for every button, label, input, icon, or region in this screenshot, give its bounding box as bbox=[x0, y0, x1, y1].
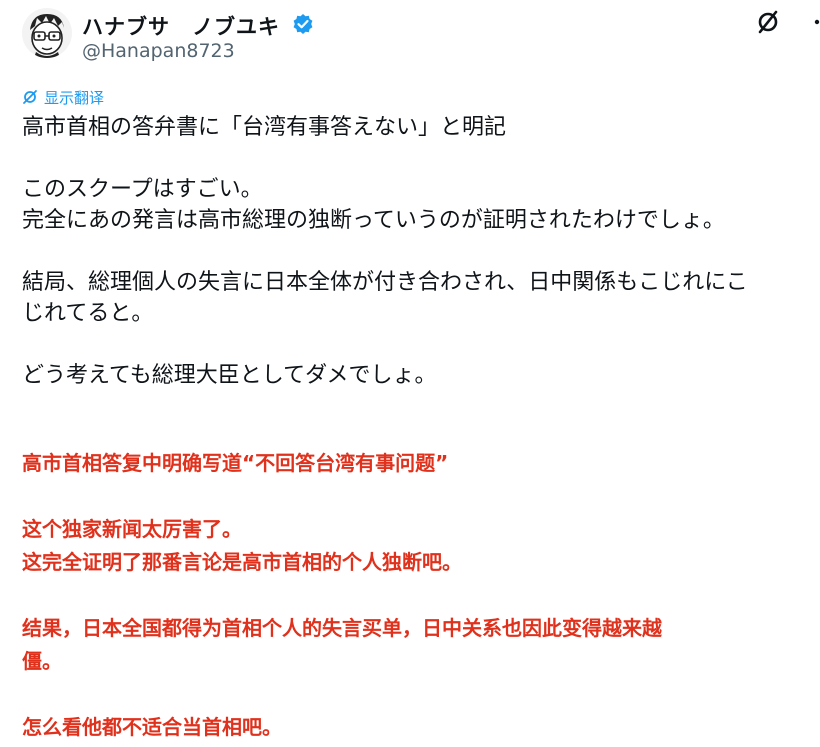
post-line: 結局、総理個人の失言に日本全体が付き合わされ、日中関係もこじれにこ bbox=[22, 270, 748, 295]
post-line bbox=[22, 236, 820, 267]
translation-line: 这个独家新闻太厉害了。 bbox=[22, 517, 242, 541]
post-line: このスクープはすごい。 bbox=[22, 177, 263, 202]
user-handle[interactable]: @Hanapan8723 bbox=[82, 40, 235, 62]
post-text: 高市首相の答弁書に「台湾有事答えない」と明記 このスクープはすごい。完全にあの発言… bbox=[22, 112, 820, 391]
translation-line bbox=[22, 480, 820, 513]
translation-line bbox=[22, 678, 820, 711]
verified-badge-icon bbox=[293, 14, 313, 34]
translation-line: 怎么看他都不适合当首相吧。 bbox=[22, 715, 282, 739]
translate-icon bbox=[23, 90, 37, 104]
grok-icon[interactable] bbox=[754, 8, 782, 36]
post-line: どう考えても総理大臣としてダメでしょ。 bbox=[22, 363, 437, 388]
translation-line bbox=[22, 579, 820, 612]
translation-line: 高市首相答复中明确写道“不回答台湾有事问题” bbox=[22, 451, 449, 475]
avatar[interactable] bbox=[22, 8, 72, 58]
translation-line: 结果，日本全国都得为首相个人的失言买单，日中关系也因此变得越来越 bbox=[22, 616, 662, 640]
show-translation-link[interactable]: 显示翻译 bbox=[22, 86, 104, 108]
post-line bbox=[22, 329, 820, 360]
post-line bbox=[22, 143, 820, 174]
post-header: ハナブサ ノブユキ @Hanapan8723 bbox=[22, 6, 820, 66]
post-line: 完全にあの発言は高市総理の独断っていうのが証明されたわけでしょ。 bbox=[22, 208, 725, 233]
translation-line: 僵。 bbox=[22, 649, 62, 673]
translate-label: 显示翻译 bbox=[44, 88, 105, 107]
post-line: じれてると。 bbox=[22, 301, 154, 326]
post-line: 高市首相の答弁書に「台湾有事答えない」と明記 bbox=[22, 115, 507, 140]
translation-text: 高市首相答复中明确写道“不回答台湾有事问题” 这个独家新闻太厉害了。这完全证明了那… bbox=[22, 447, 820, 744]
display-name[interactable]: ハナブサ ノブユキ bbox=[82, 11, 280, 41]
translation-line: 这完全证明了那番言论是高市首相的个人独断吧。 bbox=[22, 550, 462, 574]
more-icon[interactable] bbox=[812, 8, 820, 36]
